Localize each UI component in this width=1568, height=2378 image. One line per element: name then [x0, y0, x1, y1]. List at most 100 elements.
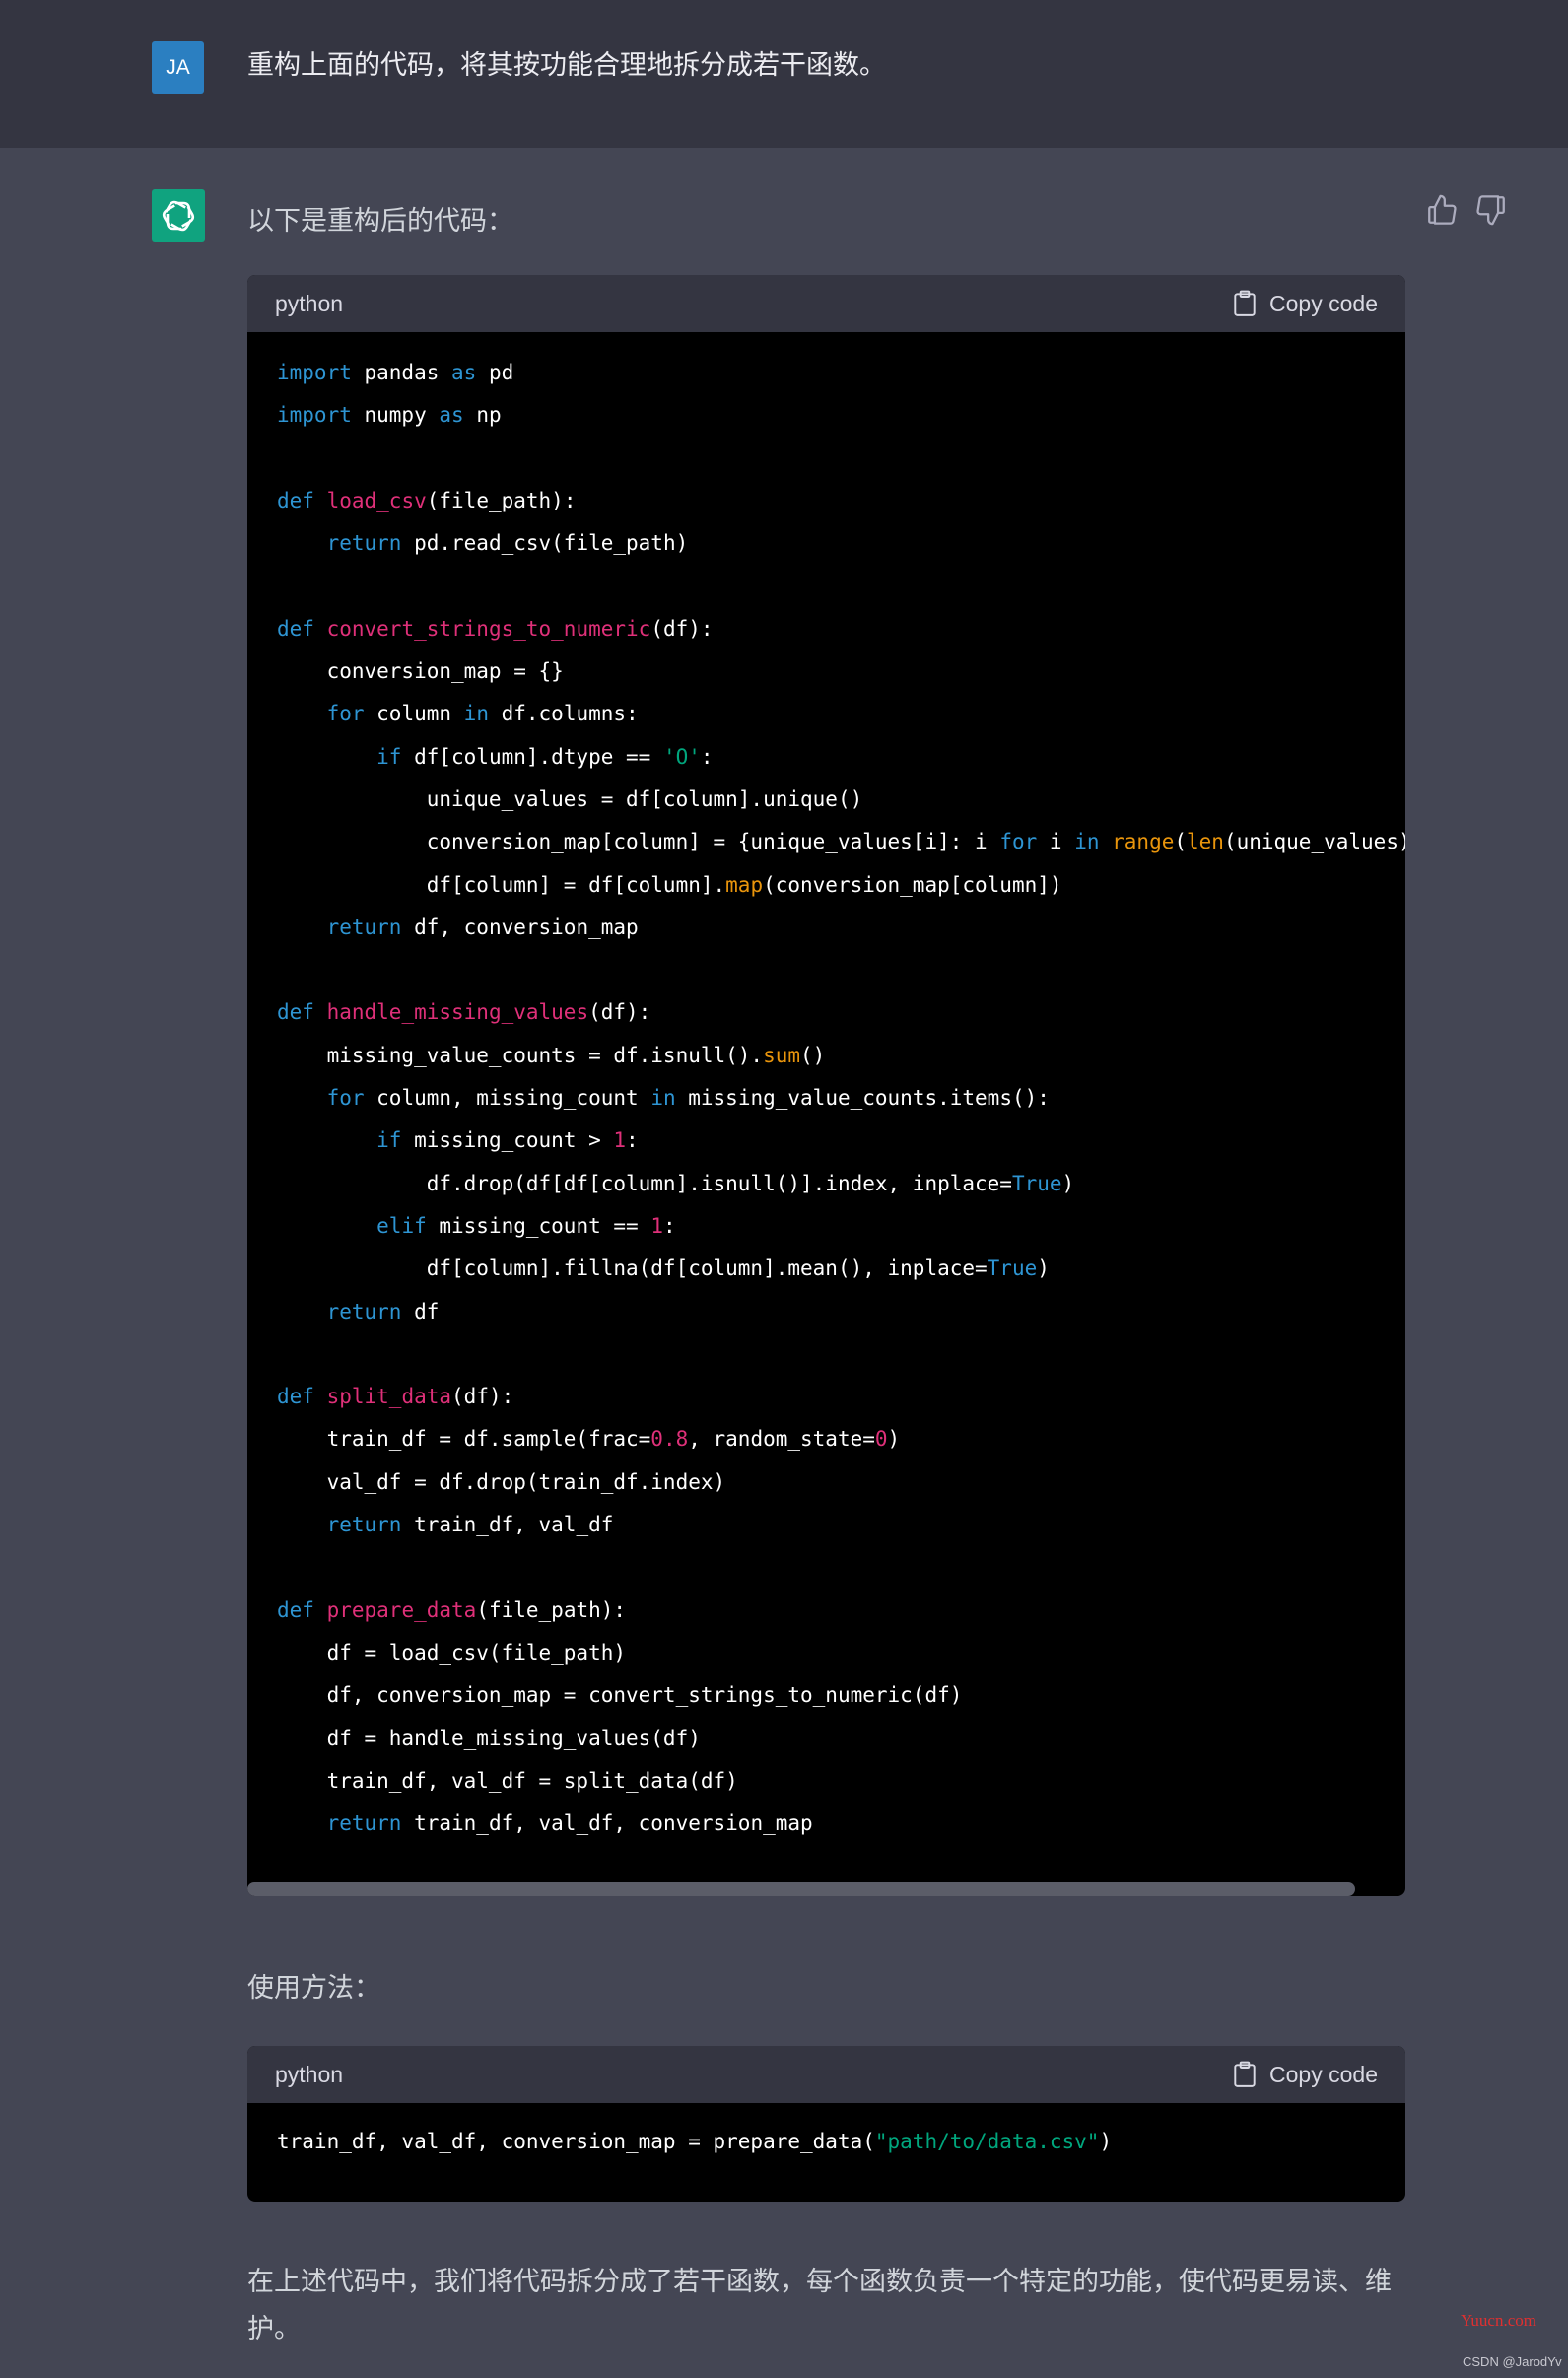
clipboard-icon	[1234, 290, 1256, 316]
user-message-text: 重构上面的代码，将其按功能合理地拆分成若干函数。	[247, 50, 886, 81]
code-token: train_df, val_df, conversion_map = prepa…	[277, 2130, 875, 2153]
code-token: return	[326, 915, 402, 939]
thumbs-up-icon[interactable]	[1425, 193, 1459, 227]
code-token: def	[277, 1385, 314, 1409]
code-token: in	[650, 1086, 676, 1111]
code-token: range	[1112, 830, 1175, 854]
code-line: return train_df, val_df, conversion_map	[277, 1802, 1376, 1845]
code-token: np	[463, 403, 502, 428]
code-token: :	[700, 744, 714, 769]
code-line: df = handle_missing_values(df)	[277, 1718, 1376, 1760]
code-line: def convert_strings_to_numeric(df):	[277, 608, 1376, 650]
code-token: return	[326, 1513, 402, 1537]
code-line: df = load_csv(file_path)	[277, 1632, 1376, 1674]
code-token: conversion_map = {}	[277, 659, 564, 684]
code-language-label: python	[275, 290, 344, 316]
code-token: map	[725, 872, 764, 897]
code-token: ()	[800, 1043, 826, 1067]
code-token: import	[277, 403, 352, 428]
code-token: len	[1187, 830, 1224, 854]
code-token: sum	[763, 1043, 801, 1067]
code-line: for column in df.columns:	[277, 693, 1376, 735]
code-line: train_df, val_df, conversion_map = prepa…	[277, 2121, 1376, 2163]
code-token: as	[439, 403, 464, 428]
code-token: df[column] = df[column].	[277, 872, 726, 897]
code-token: split_data	[326, 1385, 452, 1409]
code-token: as	[451, 361, 477, 384]
code-token: load_csv	[326, 488, 427, 512]
code-token: df, conversion_map	[401, 915, 639, 939]
code-line: def prepare_data(file_path):	[277, 1590, 1376, 1632]
code-token: pd	[476, 361, 514, 384]
code-line: if df[column].dtype == 'O':	[277, 736, 1376, 779]
user-avatar: JA	[152, 41, 204, 94]
code-token: 1	[613, 1128, 627, 1153]
code-line: df[column].fillna(df[column].mean(), inp…	[277, 1248, 1376, 1290]
code-token: if	[376, 744, 402, 769]
code-line: train_df = df.sample(frac=0.8, random_st…	[277, 1418, 1376, 1461]
assistant-avatar	[152, 189, 205, 242]
code-token: i	[1037, 830, 1075, 854]
thumbs-down-icon[interactable]	[1474, 193, 1508, 227]
copy-code-button[interactable]: Copy code	[1232, 290, 1378, 317]
code-body: train_df, val_df, conversion_map = prepa…	[247, 2103, 1405, 2163]
code-body: import pandas as pd import numpy as np de…	[247, 332, 1405, 1845]
code-token: True	[987, 1257, 1038, 1281]
code-token: return	[326, 531, 402, 556]
code-token: train_df = df.sample(frac=	[277, 1427, 651, 1452]
code-token: , random_state=	[688, 1427, 875, 1452]
code-line: import pandas as pd	[277, 352, 1376, 394]
code-token: (file_path):	[426, 488, 577, 512]
code-block-main: python Copy code import pandas as pd impo…	[247, 275, 1405, 1896]
code-token: missing_count ==	[426, 1213, 651, 1238]
code-token: (df):	[588, 1000, 651, 1025]
code-token: )	[887, 1427, 901, 1452]
code-token: train_df, val_df	[401, 1513, 614, 1537]
code-token: (file_path):	[476, 1597, 627, 1622]
code-token: def	[277, 1000, 314, 1025]
code-line: return df	[277, 1291, 1376, 1333]
openai-logo-icon	[162, 200, 195, 232]
code-token: (conversion_map[column])	[763, 872, 1062, 897]
code-token: df = handle_missing_values(df)	[277, 1726, 701, 1750]
csdn-watermark: CSDN @JarodYv	[1463, 2354, 1562, 2369]
code-line: val_df = df.drop(train_df.index)	[277, 1461, 1376, 1504]
code-token: conversion_map[column] = {unique_values[…	[277, 830, 1000, 854]
usage-heading: 使用方法：	[247, 1973, 380, 2004]
code-token: True	[1011, 1171, 1062, 1195]
code-token: train_df, val_df, conversion_map	[401, 1811, 813, 1836]
code-token: (df):	[451, 1385, 514, 1409]
code-token: df.drop(df[df[column].isnull()].index, i…	[277, 1171, 1012, 1195]
horizontal-scrollbar[interactable]	[247, 1882, 1405, 1896]
code-token: df.columns:	[488, 702, 639, 726]
code-line: def load_csv(file_path):	[277, 480, 1376, 522]
code-line: def split_data(df):	[277, 1376, 1376, 1418]
code-line: train_df, val_df = split_data(df)	[277, 1760, 1376, 1802]
code-token: :	[626, 1128, 639, 1153]
code-token: prepare_data	[326, 1597, 477, 1622]
code-token: column	[364, 702, 464, 726]
code-token: column, missing_count	[364, 1086, 651, 1111]
code-token: return	[326, 1299, 402, 1324]
copy-code-button[interactable]: Copy code	[1232, 2061, 1378, 2088]
code-token: df[column].fillna(df[column].mean(), inp…	[277, 1257, 988, 1281]
scrollbar-thumb[interactable]	[247, 1882, 1355, 1896]
code-line: elif missing_count == 1:	[277, 1205, 1376, 1248]
code-token: (	[1174, 830, 1188, 854]
code-token: if	[376, 1128, 402, 1153]
code-token: numpy	[351, 403, 440, 428]
code-token: elif	[376, 1213, 427, 1238]
code-token: pd.read_csv(file_path)	[401, 531, 689, 556]
code-token: train_df, val_df = split_data(df)	[277, 1768, 738, 1793]
